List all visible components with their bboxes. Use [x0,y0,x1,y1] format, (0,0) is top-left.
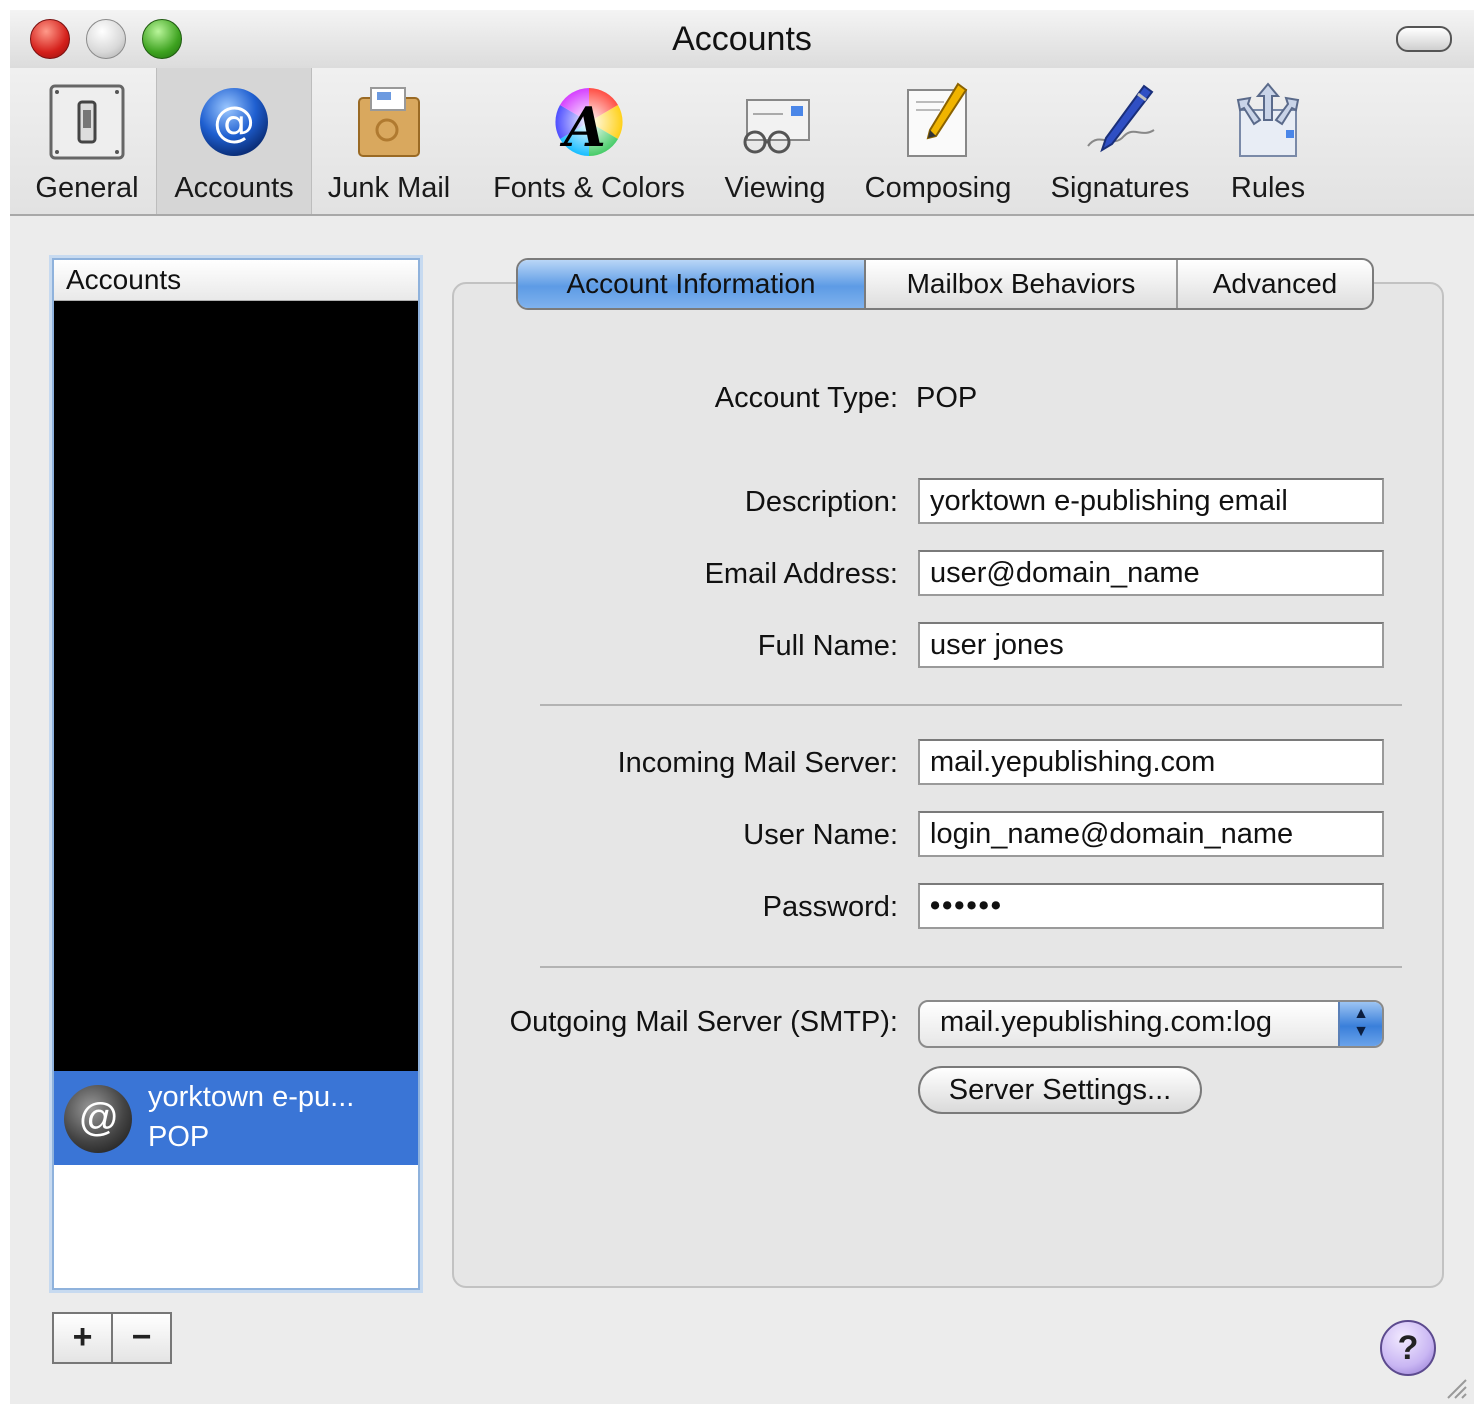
window-title: Accounts [672,20,812,58]
toolbar-label: Viewing [724,172,826,204]
toolbar-label: Junk Mail [327,172,451,204]
account-type: POP [148,1121,210,1153]
preferences-window: Accounts General @ Accounts Junk Mail A … [10,10,1474,1404]
server-settings-button[interactable]: Server Settings... [918,1066,1202,1114]
tab-mailbox-behaviors[interactable]: Mailbox Behaviors [866,260,1178,308]
password-label: Password: [762,891,898,923]
account-type-label: Account Type: [714,382,898,414]
toolbar-label: Accounts [174,172,294,204]
remove-account-button[interactable]: − [113,1314,170,1362]
toolbar-label: Signatures [1050,172,1190,204]
user-name-label: User Name: [743,819,898,851]
toolbar-item-composing[interactable]: Composing [848,68,1028,214]
full-name-label: Full Name: [757,630,898,662]
email-address-label: Email Address: [704,558,898,590]
svg-text:A: A [559,95,606,159]
smtp-server-select[interactable]: mail.yepublishing.com:log ▲ ▼ [918,1000,1384,1048]
at-sign-icon: @ [200,88,268,156]
add-account-button[interactable]: + [54,1314,113,1362]
toolbar-item-general[interactable]: General [18,68,156,214]
toolbar-item-junk-mail[interactable]: Junk Mail [314,68,464,214]
add-remove-buttons: + − [52,1312,172,1364]
account-tabs: Account Information Mailbox Behaviors Ad… [516,258,1374,310]
user-name-field[interactable]: login_name@domain_name [918,811,1384,857]
separator [540,704,1402,706]
toolbar-label: Rules [1230,172,1306,204]
toolbar-label: Fonts & Colors [493,172,685,204]
accounts-list-redacted-area [54,301,418,1071]
accounts-list-header: Accounts [54,260,418,301]
toolbar-item-fonts-colors[interactable]: A Fonts & Colors [476,68,702,214]
svg-text:@: @ [213,97,255,146]
account-at-icon: @ [64,1085,132,1153]
toolbar-label: Composing [864,172,1012,204]
email-address-field[interactable]: user@domain_name [918,550,1384,596]
password-field[interactable]: •••••• [918,883,1384,929]
fonts-colors-icon: A [555,88,623,159]
incoming-server-label: Incoming Mail Server: [617,747,898,779]
toolbar-item-signatures[interactable]: Signatures [1040,68,1200,214]
toolbar-toggle-button[interactable] [1396,26,1452,52]
accounts-list[interactable]: Accounts @ yorktown e-pu... POP [52,258,420,1290]
tab-account-information[interactable]: Account Information [518,260,866,308]
smtp-server-value: mail.yepublishing.com:log [940,1006,1273,1038]
incoming-server-field[interactable]: mail.yepublishing.com [918,739,1384,785]
smtp-label: Outgoing Mail Server (SMTP): [509,1006,898,1038]
junk-mail-box-icon [358,87,420,157]
account-type-value: POP [916,382,978,414]
resize-grip-icon[interactable] [1444,1376,1468,1400]
title-bar: Accounts [10,10,1474,68]
account-name: yorktown e-pu... [148,1081,355,1113]
general-switch-icon [49,84,125,160]
account-detail-panel [452,282,1444,1288]
account-row-selected[interactable]: @ yorktown e-pu... POP [54,1071,418,1165]
tab-advanced[interactable]: Advanced [1178,260,1372,308]
toolbar-label: General [35,172,139,204]
composing-pencil-icon [907,82,968,157]
full-name-field[interactable]: user jones [918,622,1384,668]
toolbar-item-viewing[interactable]: Viewing [710,68,840,214]
separator [540,966,1402,968]
toolbar-item-rules[interactable]: Rules [1210,68,1326,214]
signatures-pen-icon [1087,84,1155,153]
viewing-glasses-icon [743,99,810,154]
description-field[interactable]: yorktown e-publishing email [918,478,1384,524]
toolbar-item-accounts[interactable]: @ Accounts [156,68,312,214]
updown-arrows-icon: ▲ ▼ [1338,1002,1382,1046]
description-label: Description: [744,486,898,518]
rules-arrows-icon [1236,82,1300,157]
preferences-toolbar: General @ Accounts Junk Mail A Fonts & C… [10,68,1474,216]
help-button[interactable]: ? [1380,1320,1436,1376]
